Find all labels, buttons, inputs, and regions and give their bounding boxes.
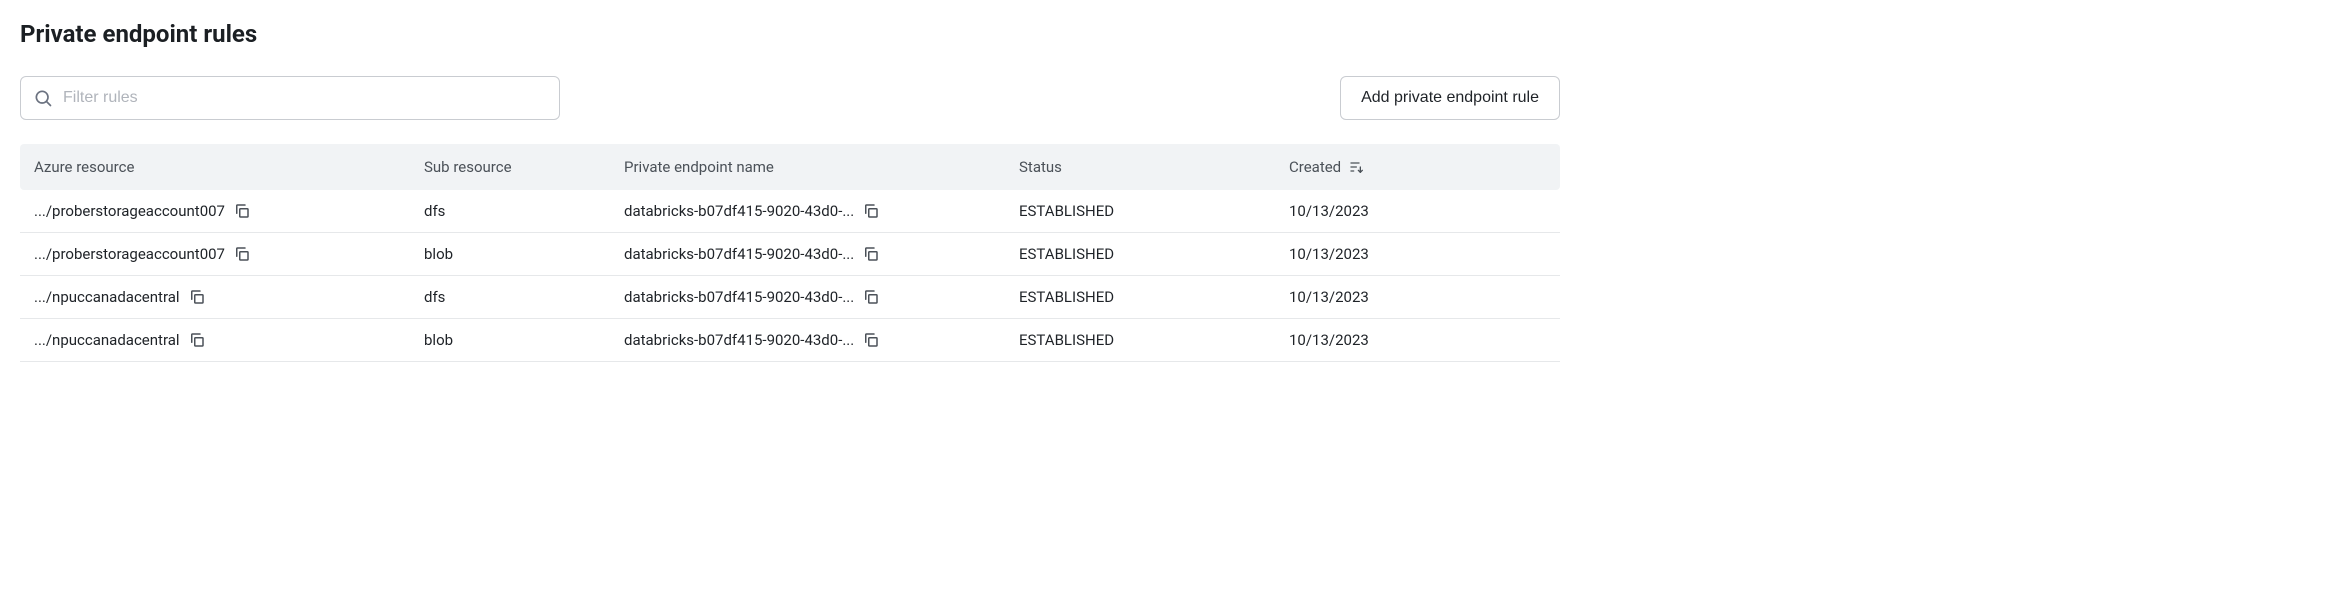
copy-icon[interactable] xyxy=(862,202,880,220)
col-header-label: Status xyxy=(1019,158,1062,176)
table-row: .../npuccanadacentral blob databricks-b0… xyxy=(20,319,1560,362)
col-header-sub-resource[interactable]: Sub resource xyxy=(424,158,624,176)
status-cell: ESTABLISHED xyxy=(1019,245,1114,263)
azure-resource-cell: .../npuccanadacentral xyxy=(34,288,180,306)
status-cell: ESTABLISHED xyxy=(1019,288,1114,306)
pe-name-cell: databricks-b07df415-9020-43d0-... xyxy=(624,288,854,306)
table-row: .../npuccanadacentral dfs databricks-b07… xyxy=(20,276,1560,319)
col-header-label: Private endpoint name xyxy=(624,158,774,176)
col-header-label: Azure resource xyxy=(34,158,134,176)
table-body: .../proberstorageaccount007 dfs databric… xyxy=(20,190,1560,362)
created-cell: 10/13/2023 xyxy=(1289,245,1369,263)
copy-icon[interactable] xyxy=(233,245,251,263)
col-header-pe-name[interactable]: Private endpoint name xyxy=(624,158,1019,176)
sub-resource-cell: dfs xyxy=(424,288,445,306)
col-header-created[interactable]: Created xyxy=(1289,158,1546,176)
sub-resource-cell: dfs xyxy=(424,202,445,220)
copy-icon[interactable] xyxy=(188,331,206,349)
status-cell: ESTABLISHED xyxy=(1019,331,1114,349)
table-row: .../proberstorageaccount007 dfs databric… xyxy=(20,190,1560,233)
toolbar: Add private endpoint rule xyxy=(20,76,1560,120)
azure-resource-cell: .../proberstorageaccount007 xyxy=(34,245,225,263)
filter-wrap[interactable] xyxy=(20,76,560,120)
sort-desc-icon xyxy=(1349,159,1365,175)
copy-icon[interactable] xyxy=(862,331,880,349)
table-row: .../proberstorageaccount007 blob databri… xyxy=(20,233,1560,276)
copy-icon[interactable] xyxy=(233,202,251,220)
rules-table: Azure resource Sub resource Private endp… xyxy=(20,144,1560,362)
col-header-label: Sub resource xyxy=(424,158,512,176)
col-header-azure-resource[interactable]: Azure resource xyxy=(34,158,424,176)
azure-resource-cell: .../proberstorageaccount007 xyxy=(34,202,225,220)
copy-icon[interactable] xyxy=(862,288,880,306)
pe-name-cell: databricks-b07df415-9020-43d0-... xyxy=(624,245,854,263)
status-cell: ESTABLISHED xyxy=(1019,202,1114,220)
created-cell: 10/13/2023 xyxy=(1289,202,1369,220)
pe-name-cell: databricks-b07df415-9020-43d0-... xyxy=(624,202,854,220)
sub-resource-cell: blob xyxy=(424,331,453,349)
add-private-endpoint-rule-button[interactable]: Add private endpoint rule xyxy=(1340,76,1560,120)
col-header-status[interactable]: Status xyxy=(1019,158,1289,176)
table-header: Azure resource Sub resource Private endp… xyxy=(20,144,1560,190)
pe-name-cell: databricks-b07df415-9020-43d0-... xyxy=(624,331,854,349)
page-title: Private endpoint rules xyxy=(20,20,1560,48)
copy-icon[interactable] xyxy=(862,245,880,263)
sub-resource-cell: blob xyxy=(424,245,453,263)
copy-icon[interactable] xyxy=(188,288,206,306)
col-header-label: Created xyxy=(1289,158,1341,176)
search-icon xyxy=(33,88,53,108)
created-cell: 10/13/2023 xyxy=(1289,331,1369,349)
azure-resource-cell: .../npuccanadacentral xyxy=(34,331,180,349)
filter-input[interactable] xyxy=(63,89,547,107)
created-cell: 10/13/2023 xyxy=(1289,288,1369,306)
